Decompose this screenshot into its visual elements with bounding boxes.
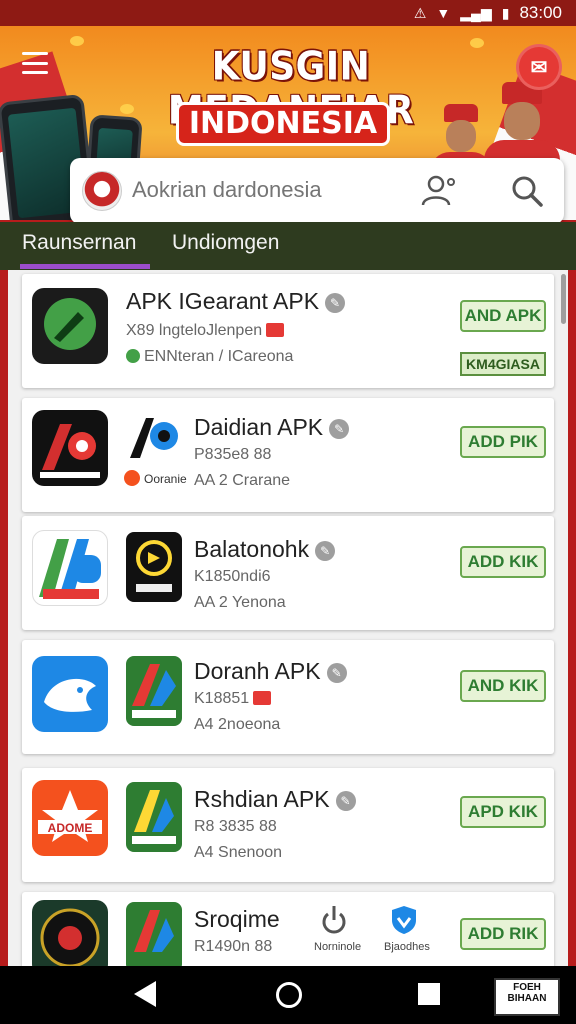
app-icon — [32, 530, 108, 606]
app-name: Sroqime — [194, 906, 280, 932]
list-item[interactable]: APK IGearant APK ✎ X89 lngteloJlenpen ENN… — [22, 274, 554, 388]
list-item[interactable]: Sroqime R1490n 88 Norninole Bjaodhes ADD… — [22, 892, 554, 966]
promo-badge[interactable]: KM4GIASA — [460, 352, 546, 376]
app-logo — [82, 171, 122, 211]
app-meta: X89 lngteloJlenpen — [126, 322, 285, 340]
status-bar: ⚠ ▼ ▂▄▆ ▮ 83:00 — [0, 0, 576, 26]
battery-icon: ▮ — [501, 4, 510, 21]
promo-icon[interactable]: ✉ — [516, 44, 562, 90]
add-apk-button[interactable]: ADD PIK — [460, 426, 546, 458]
app-meta: ENNteran / ICareona — [126, 348, 293, 366]
app-icon — [32, 656, 108, 732]
settings-mini-icon[interactable]: Norninole — [314, 904, 361, 953]
app-icon-label: Ooranie — [124, 470, 187, 486]
app-meta: R8 3835 88 — [194, 818, 277, 835]
tab-indicator — [20, 264, 150, 269]
add-apk-button[interactable]: ADD KIK — [460, 546, 546, 578]
verified-icon: ✎ — [326, 663, 347, 683]
app-name: Daidian APK ✎ — [194, 414, 350, 441]
verified-icon: ✎ — [325, 293, 346, 313]
tab-raunsernan[interactable]: Raunsernan — [22, 222, 136, 270]
app-meta: K18851 — [194, 690, 272, 708]
add-apk-button[interactable]: ADD RIK — [460, 918, 546, 950]
app-meta: A4 Snenoon — [194, 844, 283, 861]
user-settings-icon[interactable] — [420, 172, 458, 210]
menu-icon[interactable] — [22, 52, 48, 74]
app-meta: K1850ndi6 — [194, 568, 271, 585]
app-icon — [32, 288, 108, 364]
banner-subtitle: INDONESIA — [176, 102, 390, 146]
search-bar — [70, 158, 564, 224]
app-icon: ADOME — [32, 780, 108, 856]
app-name: APK IGearant APK ✎ — [126, 288, 346, 315]
wifi-icon: ▼ — [436, 5, 451, 21]
search-input[interactable] — [132, 170, 412, 210]
app-meta: R1490n 88 — [194, 938, 273, 955]
app-name: Rshdian APK ✎ — [194, 786, 356, 813]
app-name: Doranh APK ✎ — [194, 658, 347, 685]
add-apk-button[interactable]: AND KIK — [460, 670, 546, 702]
recent-apps-icon[interactable] — [418, 983, 440, 1005]
svg-text:ADOME: ADOME — [48, 821, 93, 835]
add-apk-button[interactable]: AND APK — [460, 300, 546, 332]
app-list[interactable]: APK IGearant APK ✎ X89 lngteloJlenpen ENN… — [8, 270, 568, 966]
watermark-logo: FOEH BIHAAN — [494, 978, 560, 1016]
app-icon-secondary — [126, 902, 182, 966]
verified-icon: ✎ — [329, 419, 350, 439]
scrollbar[interactable] — [561, 274, 566, 324]
app-icon — [32, 900, 108, 966]
alert-icon: ⚠ — [413, 4, 427, 21]
list-item[interactable]: Ooranie Daidian APK ✎ P835e8 88 AA 2 Crar… — [22, 398, 554, 512]
app-icon — [32, 410, 108, 486]
app-icon-secondary — [126, 656, 182, 726]
list-item[interactable]: ADOME Rshdian APK ✎ R8 3835 88 A4 Snenoon… — [22, 768, 554, 882]
signal-icon: ▂▄▆ — [460, 4, 492, 21]
tab-bar: Raunsernan Undiomgen — [0, 222, 576, 270]
list-item[interactable]: Doranh APK ✎ K18851 A4 2noeona AND KIK — [22, 640, 554, 754]
verified-icon: ✎ — [335, 791, 356, 811]
app-name: Balatonohk ✎ — [194, 536, 336, 563]
app-icon-secondary — [126, 532, 182, 602]
add-apk-button[interactable]: APD KIK — [460, 796, 546, 828]
list-item[interactable]: Balatonohk ✎ K1850ndi6 AA 2 Yenona ADD KI… — [22, 516, 554, 630]
app-meta: AA 2 Crarane — [194, 472, 291, 489]
app-meta: A4 2noeona — [194, 716, 281, 733]
system-nav-bar: FOEH BIHAAN — [0, 966, 576, 1024]
tab-undiomgen[interactable]: Undiomgen — [172, 222, 279, 270]
app-meta: AA 2 Yenona — [194, 594, 286, 611]
shield-icon[interactable]: Bjaodhes — [384, 904, 430, 953]
search-icon[interactable] — [510, 174, 544, 208]
app-icon-secondary — [126, 782, 182, 852]
coin-decoration — [70, 36, 84, 46]
status-time: 83:00 — [519, 3, 562, 22]
back-icon[interactable] — [134, 981, 156, 1007]
app-meta: P835e8 88 — [194, 446, 272, 463]
home-icon[interactable] — [276, 982, 302, 1008]
verified-icon: ✎ — [315, 541, 336, 561]
